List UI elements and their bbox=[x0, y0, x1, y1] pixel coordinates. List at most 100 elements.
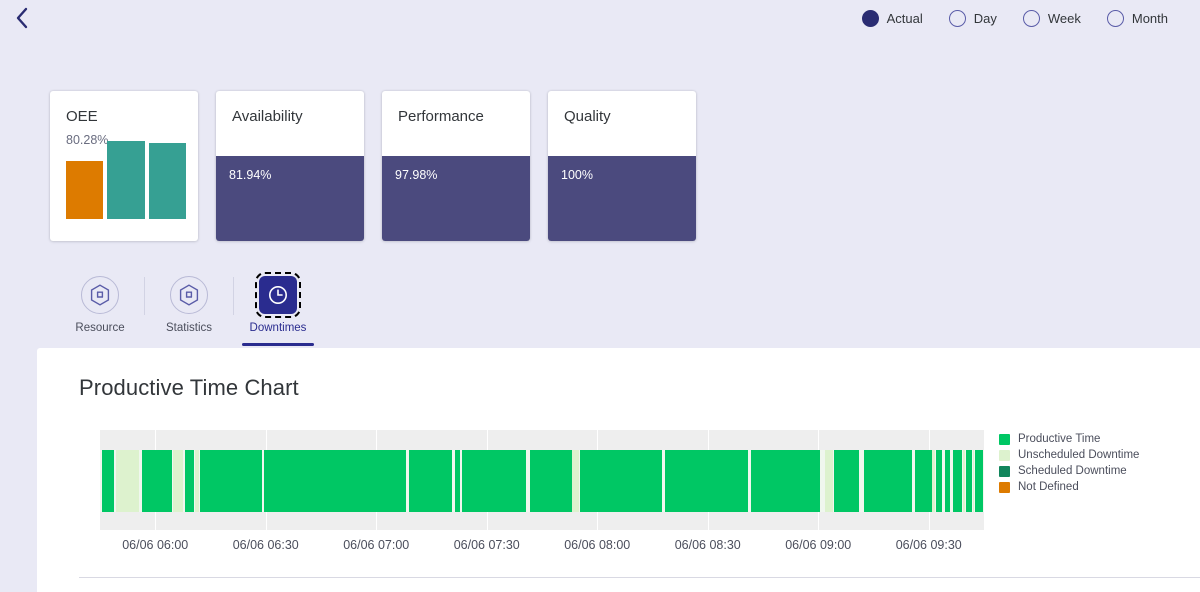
chart-plot-area[interactable] bbox=[100, 430, 984, 530]
kpi-card-fill: 81.94% bbox=[216, 156, 364, 242]
period-radio-actual[interactable]: Actual bbox=[862, 10, 923, 27]
chart-segment[interactable] bbox=[953, 450, 962, 512]
legend-item[interactable]: Scheduled Downtime bbox=[999, 465, 1179, 477]
kpi-card-performance[interactable]: Performance 97.98% bbox=[382, 91, 530, 241]
chart-segment[interactable] bbox=[834, 450, 860, 512]
icon-tab-bar[interactable]: Resource Statistics Downtimes bbox=[62, 276, 316, 340]
tab-label: Resource bbox=[75, 322, 124, 334]
chart-segment[interactable] bbox=[409, 450, 451, 512]
chart-segment[interactable] bbox=[173, 450, 183, 512]
chart-segment[interactable] bbox=[102, 450, 114, 512]
tab-statistics[interactable]: Statistics bbox=[151, 276, 227, 340]
chart-segment[interactable] bbox=[264, 450, 405, 512]
kpi-mini-bar bbox=[107, 141, 144, 219]
x-axis-tick-label: 06/06 06:00 bbox=[122, 538, 188, 552]
section-divider bbox=[79, 577, 1200, 578]
period-radio-day[interactable]: Day bbox=[949, 10, 997, 27]
legend-label: Unscheduled Downtime bbox=[1018, 449, 1139, 461]
legend-swatch bbox=[999, 482, 1010, 493]
chart-segment[interactable] bbox=[530, 450, 572, 512]
top-bar: Actual Day Week Month bbox=[0, 0, 1200, 36]
tab-resource[interactable]: Resource bbox=[62, 276, 138, 340]
chart-segment[interactable] bbox=[116, 450, 139, 512]
kpi-card-title: OEE bbox=[66, 108, 182, 126]
chart-segment[interactable] bbox=[751, 450, 820, 512]
kpi-card-row: OEE80.28% Availability 81.94% Performance 97… bbox=[50, 91, 696, 241]
chart-segment[interactable] bbox=[864, 450, 912, 512]
chart-x-axis: 06/06 06:00 06/06 06:30 06/06 07:00 06/06 0… bbox=[100, 530, 984, 560]
legend-swatch bbox=[999, 450, 1010, 461]
legend-item[interactable]: Not Defined bbox=[999, 481, 1179, 493]
chart-segment[interactable] bbox=[966, 450, 971, 512]
content-panel: Productive Time Chart 06/06 06:0006/06 0… bbox=[37, 348, 1200, 592]
legend-label: Productive Time bbox=[1018, 433, 1100, 445]
legend-label: Scheduled Downtime bbox=[1018, 465, 1127, 477]
kpi-card-header: OEE80.28% bbox=[50, 91, 198, 148]
chart-segment[interactable] bbox=[825, 450, 833, 512]
kpi-mini-bar-chart bbox=[66, 141, 186, 219]
period-radio-week[interactable]: Week bbox=[1023, 10, 1081, 27]
kpi-card-fill: 97.98% bbox=[382, 156, 530, 242]
cube-icon bbox=[81, 276, 119, 314]
kpi-card-quality[interactable]: Quality 100% bbox=[548, 91, 696, 241]
chart-segment[interactable] bbox=[963, 450, 966, 512]
tab-separator bbox=[233, 277, 234, 315]
period-radio-label: Week bbox=[1048, 11, 1081, 26]
chart-segment[interactable] bbox=[462, 450, 526, 512]
radio-dot[interactable] bbox=[862, 10, 879, 27]
chart-segment[interactable] bbox=[142, 450, 172, 512]
kpi-mini-bar bbox=[66, 161, 103, 219]
chart-segment[interactable] bbox=[915, 450, 933, 512]
chart-segment[interactable] bbox=[455, 450, 459, 512]
period-radio-label: Actual bbox=[887, 11, 923, 26]
kpi-card-availability[interactable]: Availability 81.94% bbox=[216, 91, 364, 241]
chart-segment[interactable] bbox=[572, 450, 579, 512]
kpi-mini-bar bbox=[149, 143, 186, 219]
legend-item[interactable]: Productive Time bbox=[999, 433, 1179, 445]
chart-segment[interactable] bbox=[665, 450, 748, 512]
x-axis-tick-label: 06/06 08:30 bbox=[675, 538, 741, 552]
legend-swatch bbox=[999, 434, 1010, 445]
cube-icon bbox=[170, 276, 208, 314]
kpi-card-value: 100% bbox=[561, 168, 593, 182]
radio-dot[interactable] bbox=[1107, 10, 1124, 27]
tab-separator bbox=[144, 277, 145, 315]
kpi-card-title: Performance bbox=[398, 108, 514, 126]
kpi-card-header: Availability bbox=[216, 91, 364, 126]
chart-segment[interactable] bbox=[945, 450, 949, 512]
x-axis-tick-label: 06/06 07:30 bbox=[454, 538, 520, 552]
chart-segment[interactable] bbox=[973, 450, 975, 512]
chart-segment[interactable] bbox=[580, 450, 662, 512]
chart-segment[interactable] bbox=[936, 450, 941, 512]
kpi-card-title: Quality bbox=[564, 108, 680, 126]
x-axis-tick-label: 06/06 09:00 bbox=[785, 538, 851, 552]
tab-label: Statistics bbox=[166, 322, 212, 334]
legend-item[interactable]: Unscheduled Downtime bbox=[999, 449, 1179, 461]
tab-active-indicator bbox=[242, 343, 314, 346]
tab-label: Downtimes bbox=[250, 322, 307, 334]
period-radio-month[interactable]: Month bbox=[1107, 10, 1168, 27]
chart-legend[interactable]: Productive Time Unscheduled Downtime Sched… bbox=[999, 433, 1179, 497]
x-axis-tick-label: 06/06 08:00 bbox=[564, 538, 630, 552]
kpi-card-oee[interactable]: OEE80.28% bbox=[50, 91, 198, 241]
chart-segment[interactable] bbox=[975, 450, 983, 512]
period-radio-group[interactable]: Actual Day Week Month bbox=[862, 10, 1200, 27]
chart-segment[interactable] bbox=[185, 450, 194, 512]
back-button[interactable] bbox=[0, 0, 44, 36]
chart-segment[interactable] bbox=[200, 450, 262, 512]
legend-label: Not Defined bbox=[1018, 481, 1079, 493]
x-axis-tick-label: 06/06 07:00 bbox=[343, 538, 409, 552]
x-axis-tick-label: 06/06 06:30 bbox=[233, 538, 299, 552]
radio-dot[interactable] bbox=[949, 10, 966, 27]
legend-swatch bbox=[999, 466, 1010, 477]
page-title: Productive Time Chart bbox=[37, 348, 1200, 401]
chart-segment[interactable] bbox=[195, 450, 199, 512]
chart-segment[interactable] bbox=[932, 450, 936, 512]
clock-icon bbox=[259, 276, 297, 314]
period-radio-label: Month bbox=[1132, 11, 1168, 26]
kpi-card-value: 81.94% bbox=[229, 168, 271, 182]
tab-downtimes[interactable]: Downtimes bbox=[240, 276, 316, 340]
kpi-card-value: 97.98% bbox=[395, 168, 437, 182]
kpi-card-title: Availability bbox=[232, 108, 348, 126]
radio-dot[interactable] bbox=[1023, 10, 1040, 27]
